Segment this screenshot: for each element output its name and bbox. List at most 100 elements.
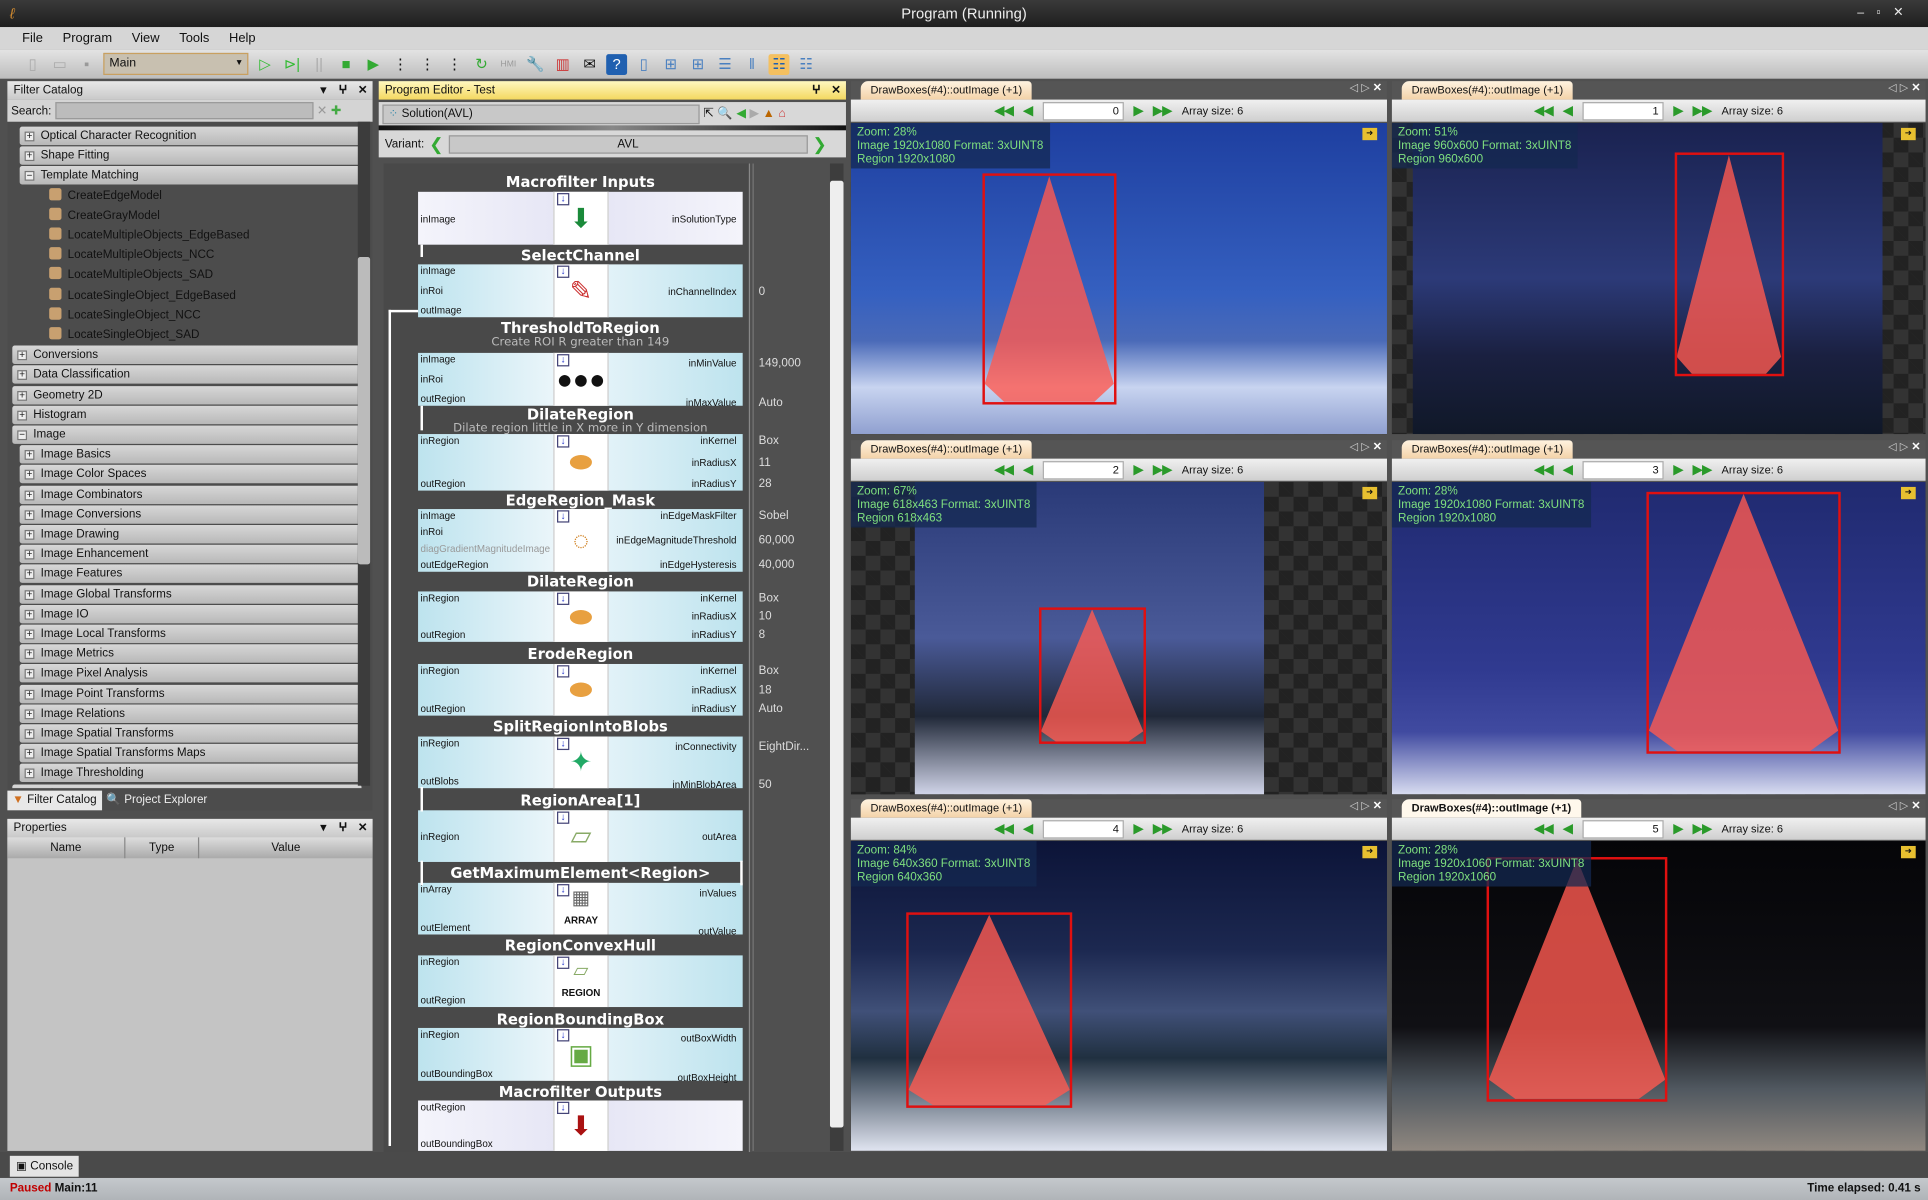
parameter[interactable]: outBoxHeight	[677, 1072, 736, 1083]
port[interactable]: outImage	[421, 305, 462, 316]
pin-icon[interactable]: ➜	[1900, 845, 1916, 859]
viewer-tab[interactable]: DrawBoxes(#4)::outImage (+1)	[860, 440, 1033, 459]
first-icon[interactable]: ◀◀	[1534, 104, 1553, 118]
layout-4-icon[interactable]: ⊞	[660, 53, 681, 74]
parameter[interactable]: inMinValue	[689, 358, 737, 369]
tree-group[interactable]: + Data Classification	[12, 365, 362, 385]
port[interactable]: inRoi	[421, 527, 443, 538]
parameter[interactable]: inRadiusX	[692, 457, 737, 468]
parameter[interactable]: inSolutionType	[672, 213, 737, 224]
image-canvas[interactable]: Zoom: 67% Image 618x463 Format: 3xUINT8 Re…	[850, 482, 1387, 795]
port[interactable]: outRegion	[421, 995, 466, 1006]
parameter-value[interactable]: Auto	[759, 396, 783, 410]
tree-group[interactable]: + Image Basics	[19, 445, 362, 464]
port[interactable]: inRoi	[421, 374, 443, 385]
image-canvas[interactable]: Zoom: 51% Image 960x600 Format: 3xUINT8 Re…	[1391, 122, 1926, 435]
tree-group[interactable]: + Image Point Transforms	[19, 684, 362, 703]
tree-leaf[interactable]: LocateSingleObject_NCC	[49, 306, 201, 324]
close-icon[interactable]: ✕	[353, 81, 373, 99]
save-icon[interactable]: ▪	[76, 53, 97, 74]
expand-arrow-icon[interactable]: ↓	[557, 884, 570, 897]
expand-icon[interactable]: +	[24, 450, 35, 461]
expand-icon[interactable]: +	[24, 709, 35, 720]
pin-icon[interactable]: ⵖ	[333, 81, 353, 99]
tree-group[interactable]: + Image Combinators	[19, 485, 362, 504]
parameter[interactable]: inMinBlobArea	[673, 780, 737, 791]
pin-icon[interactable]: ⵖ	[333, 819, 353, 837]
port[interactable]: outBlobs	[421, 776, 459, 787]
image-canvas[interactable]: Zoom: 84% Image 640x360 Format: 3xUINT8 Re…	[850, 841, 1387, 1151]
tree-group[interactable]: + Optical Character Recognition	[19, 126, 362, 146]
tree-group[interactable]: + Image Metrics	[19, 644, 362, 663]
filter-block[interactable]: inImage inRoi outRegion ↓ ●●● inMinValue inMax…	[418, 352, 743, 408]
filter-block[interactable]: inImage inRoi outImage ↓ ✎ inChannelIndex	[418, 264, 743, 318]
viewer-controls[interactable]: ◁ ▷ ✕	[1888, 81, 1920, 95]
expand-icon[interactable]: +	[24, 529, 35, 540]
next-icon[interactable]: ▶	[1134, 463, 1143, 477]
port[interactable]: outRegion	[421, 393, 466, 404]
parameter[interactable]: outArea	[702, 831, 736, 842]
wrench-icon[interactable]: 🔧	[525, 53, 546, 74]
filter-block[interactable]: inImage inRoi diagGradientMagnitudeImage ou…	[418, 509, 743, 572]
parameter-value[interactable]: 11	[759, 456, 771, 470]
parameter-value[interactable]: 10	[759, 610, 772, 624]
expand-arrow-icon[interactable]: ↓	[557, 265, 570, 278]
parameter-value[interactable]: 149,000	[759, 357, 801, 371]
prev-icon[interactable]: ◀	[1563, 463, 1572, 477]
stop-icon[interactable]: ■	[336, 53, 357, 74]
up-icon[interactable]: ▲	[763, 107, 775, 121]
next-icon[interactable]: ▶	[1134, 822, 1143, 836]
parameter-value[interactable]: 8	[759, 628, 766, 642]
parameter-value[interactable]: Box	[759, 664, 779, 678]
filter-block[interactable]: inRegion outRegion ↓ ⬬ inKernel inRadiusX inRa…	[418, 434, 743, 491]
tree-group[interactable]: + Image Relations	[19, 704, 362, 723]
next-icon[interactable]: ▶	[1673, 104, 1682, 118]
viewer-controls[interactable]: ◁ ▷ ✕	[1350, 440, 1382, 454]
pin-icon[interactable]: ➜	[1362, 845, 1378, 859]
tree-group[interactable]: + Image IO	[19, 604, 362, 624]
pin-icon[interactable]: ➜	[1362, 127, 1378, 141]
menu-file[interactable]: File	[22, 27, 43, 49]
parameter[interactable]: inConnectivity	[675, 741, 736, 752]
port[interactable]: inRegion	[421, 738, 460, 749]
expand-arrow-icon[interactable]: ↓	[557, 1029, 570, 1042]
filter-block[interactable]: inRegion outRegion ↓ ⬬ inKernel inRadiusX inRa…	[418, 663, 743, 716]
expand-arrow-icon[interactable]: ↓	[557, 354, 570, 367]
filter-block[interactable]: inArray outElement ↓ ▦ ARRAY inValues outValue	[418, 882, 743, 937]
last-icon[interactable]: ▶▶	[1153, 104, 1172, 118]
pin-icon[interactable]: ➜	[1900, 127, 1916, 141]
port[interactable]: diagGradientMagnitudeImage	[421, 543, 551, 554]
column-name[interactable]: Name	[7, 837, 126, 859]
parameter-value[interactable]: Sobel	[759, 509, 789, 523]
last-icon[interactable]: ▶▶	[1693, 822, 1712, 836]
last-icon[interactable]: ▶▶	[1693, 463, 1712, 477]
viewer-tab[interactable]: DrawBoxes(#4)::outImage (+1)	[1401, 81, 1574, 100]
array-index-input[interactable]: 3	[1582, 460, 1664, 479]
solution-combo[interactable]: ⁘ Solution(AVL)	[382, 103, 700, 124]
clear-search-icon[interactable]: ✕	[317, 104, 327, 118]
first-icon[interactable]: ◀◀	[1534, 822, 1553, 836]
image-canvas[interactable]: Zoom: 28% Image 1920x1080 Format: 3xUINT8…	[1391, 482, 1926, 795]
tab-project-explorer[interactable]: 🔍 Project Explorer	[101, 791, 212, 811]
port[interactable]: inRegion	[421, 831, 460, 842]
parameter[interactable]: inRadiusY	[692, 703, 737, 714]
prev-icon[interactable]: ◀	[1023, 104, 1032, 118]
add-filter-icon[interactable]: ✚	[331, 104, 341, 118]
viewer-tab[interactable]: DrawBoxes(#4)::outImage (+1)	[1401, 799, 1581, 818]
expand-icon[interactable]: +	[24, 151, 35, 162]
step-out-icon[interactable]: ⋮	[417, 53, 438, 74]
port[interactable]: outRegion	[421, 1102, 466, 1113]
run-icon[interactable]: ▷	[255, 53, 276, 74]
back-icon[interactable]: ◀	[736, 107, 745, 121]
tree-group[interactable]: + Image Thresholding	[19, 764, 362, 783]
expand-icon[interactable]: +	[24, 489, 35, 500]
tree-group[interactable]: + Conversions	[12, 345, 362, 365]
first-icon[interactable]: ◀◀	[995, 463, 1014, 477]
window-controls[interactable]: –▫✕	[1857, 0, 1915, 27]
expand-icon[interactable]: +	[24, 689, 35, 700]
array-index-input[interactable]: 5	[1582, 819, 1664, 838]
parameter[interactable]: inKernel	[700, 435, 736, 446]
filter-block[interactable]: inRegion outRegion ↓ ▱ REGION	[418, 955, 743, 1008]
viewer-controls[interactable]: ◁ ▷ ✕	[1350, 81, 1382, 95]
tree-group[interactable]: + Image Features	[19, 564, 362, 584]
